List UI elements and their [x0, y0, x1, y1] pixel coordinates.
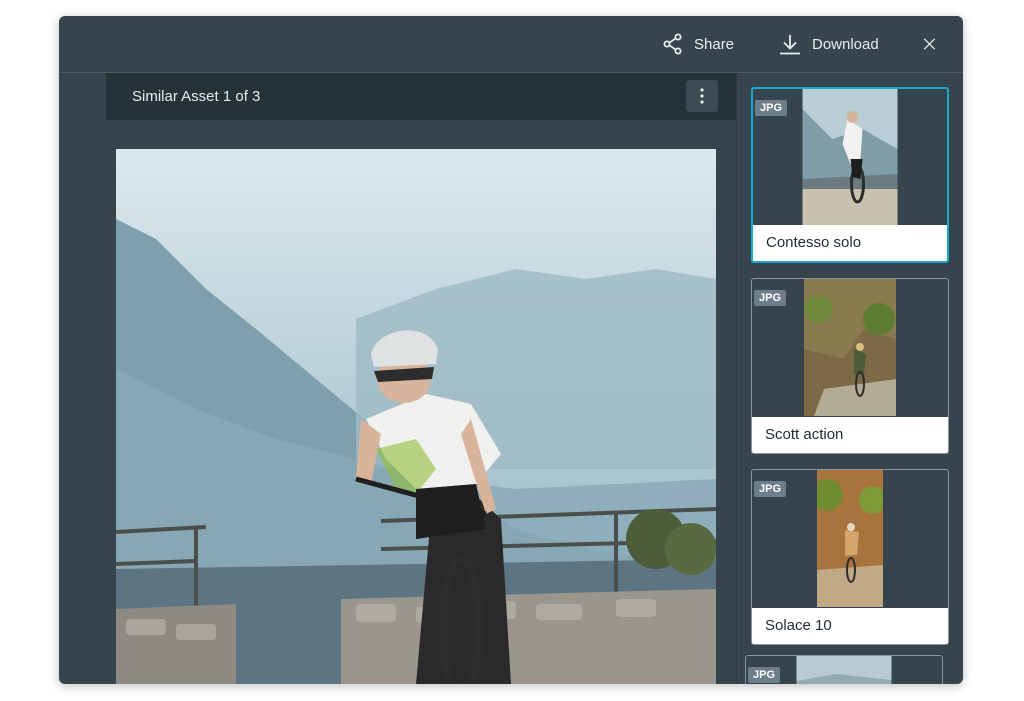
viewer-header: Similar Asset 1 of 3	[106, 73, 736, 120]
similar-asset-card[interactable]: JPG Solace 10	[751, 469, 949, 645]
more-options-button[interactable]	[686, 80, 718, 112]
close-icon	[923, 38, 936, 50]
asset-caption: Contesso solo	[753, 225, 947, 261]
asset-thumbnail	[802, 89, 898, 226]
share-label: Share	[694, 35, 735, 53]
asset-thumbnail	[817, 470, 883, 607]
asset-thumbnail	[804, 279, 896, 416]
kebab-menu-icon	[700, 88, 704, 104]
file-type-badge: JPG	[754, 290, 787, 306]
close-button[interactable]	[923, 16, 947, 72]
download-button[interactable]: Download	[779, 16, 879, 72]
asset-viewer-modal: Share Download Similar Asset 1 of 3 JPG …	[59, 16, 963, 684]
share-icon	[663, 33, 682, 55]
similar-asset-card[interactable]: JPG	[745, 655, 943, 684]
file-type-badge: JPG	[755, 100, 788, 116]
share-button[interactable]: Share	[663, 16, 734, 72]
modal-toolbar: Share Download	[59, 16, 963, 73]
download-icon	[780, 35, 800, 55]
similar-asset-card[interactable]: JPG Scott action	[751, 278, 949, 454]
sidebar-divider	[736, 73, 737, 684]
file-type-badge: JPG	[754, 481, 787, 497]
viewer-title: Similar Asset 1 of 3	[132, 88, 261, 105]
download-label: Download	[812, 35, 879, 53]
asset-caption: Solace 10	[752, 608, 948, 644]
similar-asset-card[interactable]: JPG Contesso solo	[751, 87, 949, 263]
asset-thumbnail	[796, 656, 892, 684]
main-asset-image	[116, 149, 716, 684]
file-type-badge: JPG	[748, 667, 781, 683]
asset-caption: Scott action	[752, 417, 948, 453]
